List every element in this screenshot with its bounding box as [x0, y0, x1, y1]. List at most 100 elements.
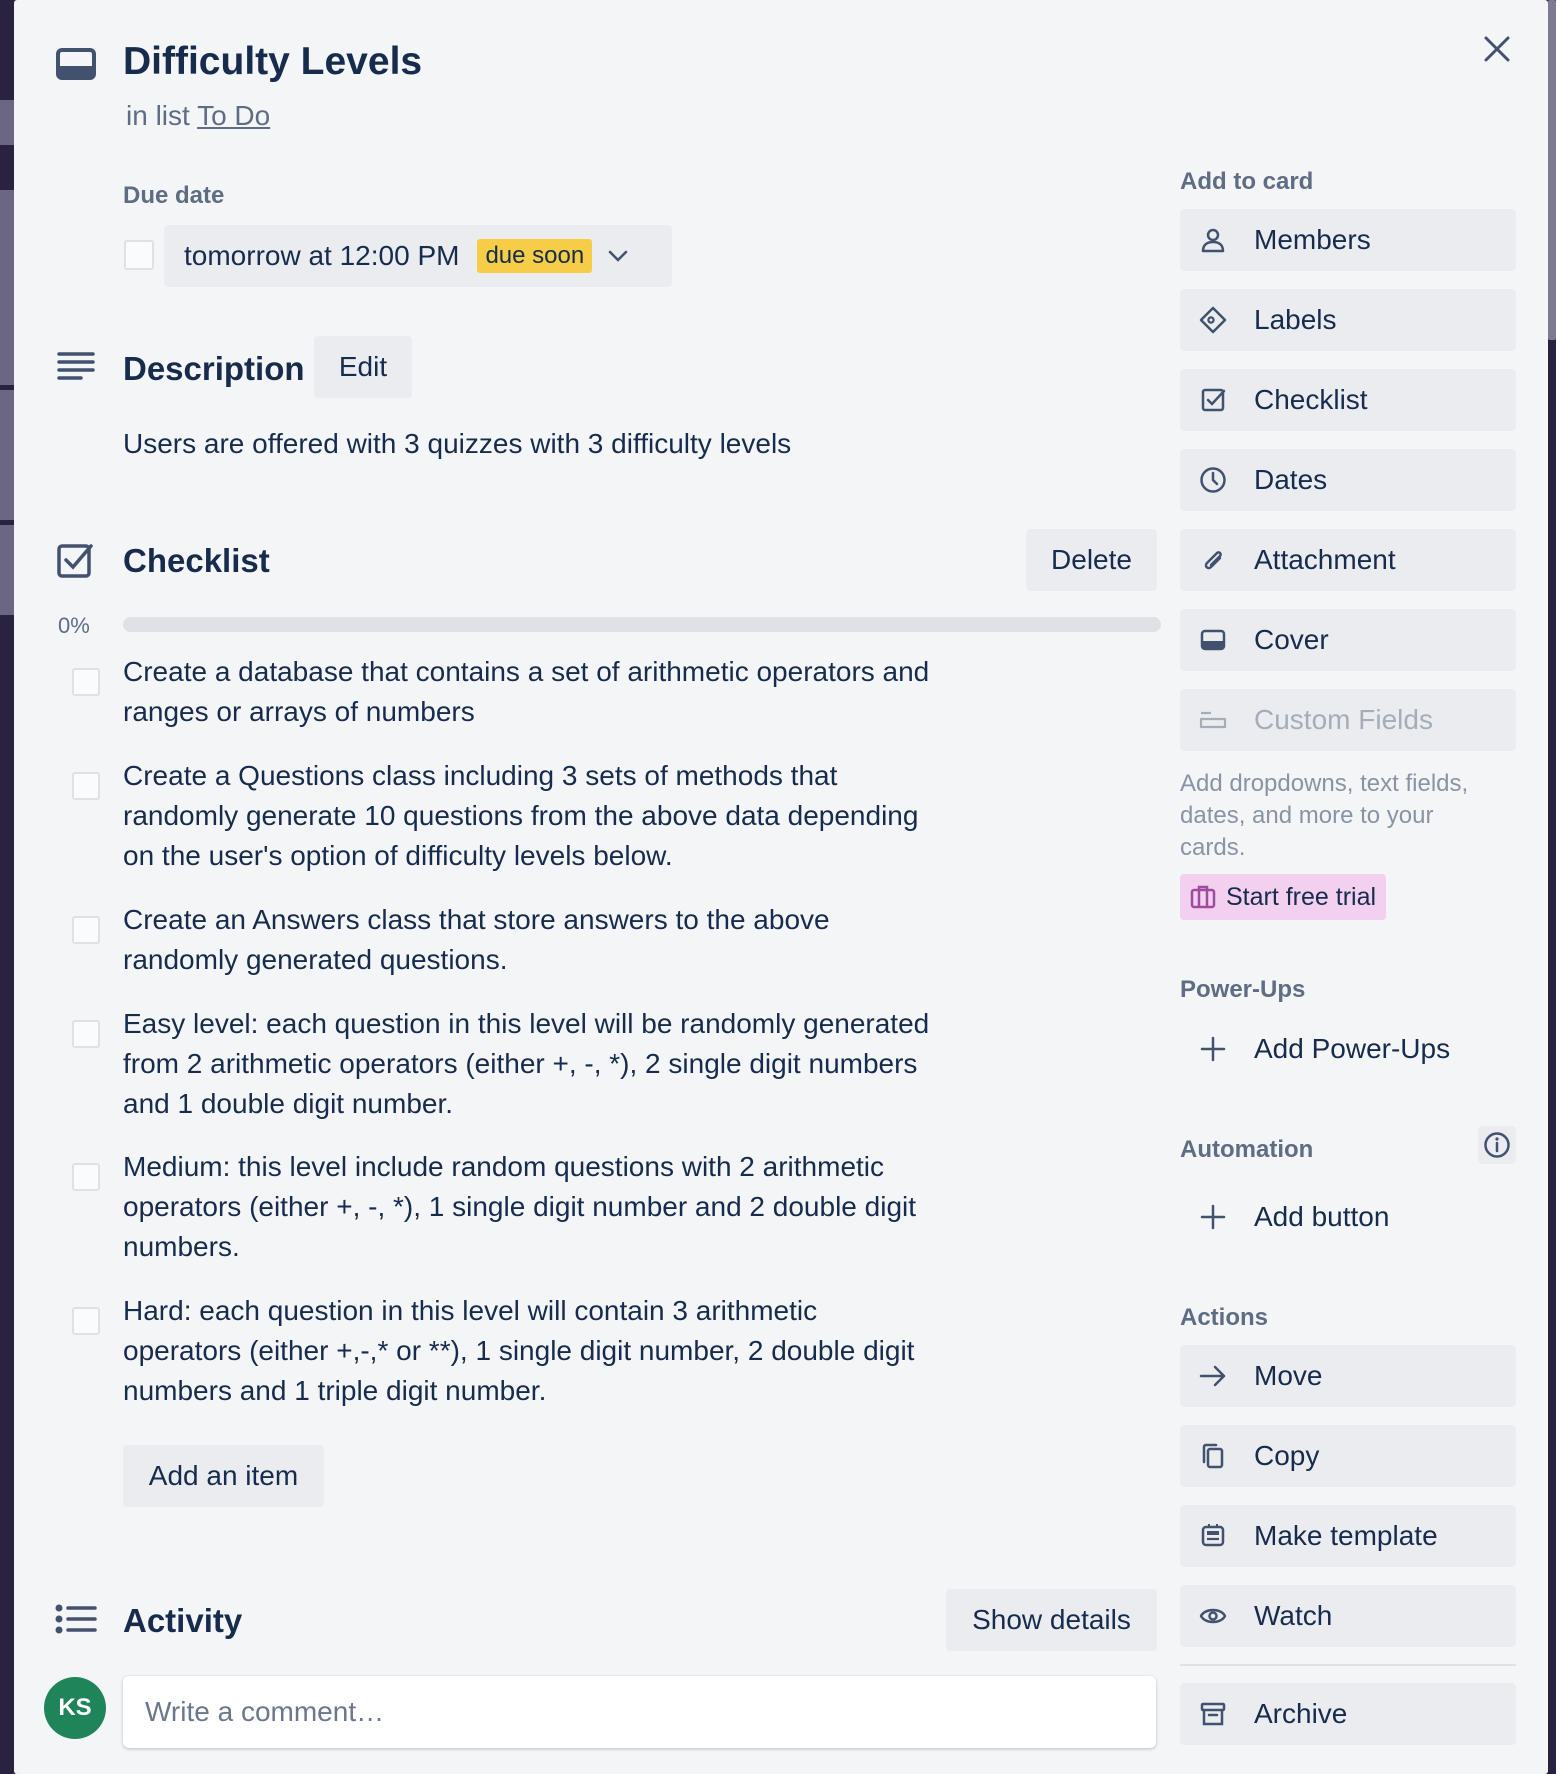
checklist-item-line: randomly generate 10 questions from the … — [123, 800, 919, 831]
activity-icon — [55, 1604, 97, 1636]
hint-line: Add dropdowns, text fields, — [1180, 770, 1469, 797]
action-copy-button[interactable]: Copy — [1180, 1425, 1516, 1487]
power-ups-heading: Power-Ups — [1180, 976, 1306, 1003]
checklist-item-text[interactable]: Create a database that contains a set of… — [123, 652, 983, 732]
action-label: Make template — [1254, 1520, 1438, 1551]
description-icon — [57, 350, 95, 384]
add-to-card-members-button[interactable]: Members — [1180, 209, 1516, 271]
checklist-item-line: numbers and 1 triple digit number. — [123, 1375, 547, 1406]
checklist-item-checkbox[interactable] — [72, 916, 100, 944]
hint-line: cards. — [1180, 834, 1246, 861]
comment-input[interactable]: Write a comment… — [123, 1676, 1156, 1748]
checklist-item-checkbox[interactable] — [72, 1163, 100, 1191]
tag-icon — [1198, 305, 1228, 335]
info-icon[interactable] — [1478, 1126, 1516, 1164]
action-label: Archive — [1254, 1698, 1348, 1729]
card-list-info: in list To Do — [126, 100, 270, 132]
checklist-icon — [57, 542, 95, 578]
checklist-item-checkbox[interactable] — [72, 668, 100, 696]
due-soon-badge: due soon — [477, 239, 593, 273]
checklist-item-checkbox[interactable] — [72, 772, 100, 800]
plus-icon — [1198, 1034, 1228, 1064]
close-icon[interactable] — [1482, 34, 1512, 64]
card-icon — [56, 48, 96, 80]
start-free-trial-button[interactable]: Start free trial — [1180, 874, 1387, 920]
board-list-edge — [0, 525, 14, 615]
add-to-card-checklist-button[interactable]: Checklist — [1180, 369, 1516, 431]
due-date-button[interactable]: tomorrow at 12:00 PM due soon — [164, 225, 672, 287]
custom-fields-icon — [1198, 705, 1228, 735]
actions-divider — [1180, 1664, 1516, 1666]
checklist-item-text[interactable]: Easy level: each question in this level … — [123, 1004, 983, 1124]
checklist-item-text[interactable]: Create an Answers class that store answe… — [123, 900, 983, 980]
add-to-card-cover-button[interactable]: Cover — [1180, 609, 1516, 671]
checklist-item-text[interactable]: Create a Questions class including 3 set… — [123, 756, 983, 876]
clock-icon — [1198, 465, 1228, 495]
board-scrollbar[interactable] — [1548, 0, 1556, 1774]
scrollbar-thumb[interactable] — [1548, 0, 1556, 340]
due-complete-checkbox[interactable] — [124, 240, 154, 270]
card-title[interactable]: Difficulty Levels — [123, 40, 422, 84]
add-to-card-label: Cover — [1254, 624, 1329, 655]
checklist-item-line: Hard: each question in this level will c… — [123, 1295, 818, 1326]
checklist-title[interactable]: Checklist — [123, 542, 270, 580]
list-link[interactable]: To Do — [197, 100, 270, 131]
board-list-edge — [0, 190, 14, 385]
arrow-right-icon — [1198, 1361, 1228, 1391]
checklist-item-line: ranges or arrays of numbers — [123, 696, 475, 727]
description-text[interactable]: Users are offered with 3 quizzes with 3 … — [123, 428, 791, 460]
action-archive-button[interactable]: Archive — [1180, 1683, 1516, 1745]
cover-icon — [1198, 625, 1228, 655]
add-to-card-labels-button[interactable]: Labels — [1180, 289, 1516, 351]
paperclip-icon — [1198, 545, 1228, 575]
checklist-item-line: Create a Questions class including 3 set… — [123, 760, 838, 791]
automation-heading: Automation — [1180, 1136, 1314, 1163]
add-to-card-attachment-button[interactable]: Attachment — [1180, 529, 1516, 591]
edit-description-button[interactable]: Edit — [314, 336, 412, 398]
checklist-item-text[interactable]: Hard: each question in this level will c… — [123, 1291, 983, 1411]
action-move-button[interactable]: Move — [1180, 1345, 1516, 1407]
add-to-card-custom-fields-button[interactable]: Custom Fields — [1180, 689, 1516, 751]
checklist-item-line: Create a database that contains a set of… — [123, 656, 930, 687]
delete-checklist-button[interactable]: Delete — [1026, 529, 1157, 591]
checklist-item-line: Medium: this level include random questi… — [123, 1151, 885, 1182]
action-watch-button[interactable]: Watch — [1180, 1585, 1516, 1647]
list-prefix: in list — [126, 100, 190, 131]
add-to-card-dates-button[interactable]: Dates — [1180, 449, 1516, 511]
eye-icon — [1198, 1601, 1228, 1631]
add-to-card-label: Attachment — [1254, 544, 1396, 575]
add-to-card-label: Custom Fields — [1254, 704, 1433, 735]
add-power-ups-label: Add Power-Ups — [1254, 1033, 1451, 1064]
avatar[interactable]: KS — [44, 1677, 106, 1739]
board-background-left — [0, 0, 14, 1774]
action-make-template-button[interactable]: Make template — [1180, 1505, 1516, 1567]
archive-icon — [1198, 1699, 1228, 1729]
checklist-item-line: and 1 double digit number. — [123, 1088, 454, 1119]
show-details-button[interactable]: Show details — [946, 1589, 1157, 1651]
hint-line: dates, and more to your — [1180, 802, 1434, 829]
checklist-item-line: from 2 arithmetic operators (either +, -… — [123, 1048, 918, 1079]
chevron-down-icon — [606, 244, 630, 268]
copy-icon — [1198, 1441, 1228, 1471]
add-power-ups-button[interactable]: Add Power-Ups — [1180, 1018, 1516, 1080]
checklist-item-text[interactable]: Medium: this level include random questi… — [123, 1147, 983, 1267]
add-checklist-item-button[interactable]: Add an item — [123, 1445, 324, 1507]
add-to-card-label: Members — [1254, 224, 1371, 255]
checklist-progress-bar — [123, 617, 1161, 632]
due-date-label: Due date — [123, 182, 225, 209]
action-label: Move — [1254, 1360, 1323, 1391]
board-list-edge — [0, 100, 14, 145]
checklist-item-line: Easy level: each question in this level … — [123, 1008, 930, 1039]
comment-placeholder: Write a comment… — [145, 1696, 385, 1727]
checklist-progress-percent: 0% — [58, 613, 90, 638]
checklist-item-line: operators (either +, -, *), 1 single dig… — [123, 1191, 917, 1222]
checklist-item-checkbox[interactable] — [72, 1307, 100, 1335]
checklist-item-line: Create an Answers class that store answe… — [123, 904, 830, 935]
checklist-item-checkbox[interactable] — [72, 1020, 100, 1048]
action-label: Copy — [1254, 1440, 1320, 1471]
add-to-card-label: Labels — [1254, 304, 1337, 335]
custom-fields-hint: Add dropdowns, text fields, dates, and m… — [1180, 768, 1468, 864]
checklist-item-line: on the user's option of difficulty level… — [123, 840, 673, 871]
board-list-edge — [0, 390, 14, 520]
add-automation-button[interactable]: Add button — [1180, 1186, 1516, 1248]
